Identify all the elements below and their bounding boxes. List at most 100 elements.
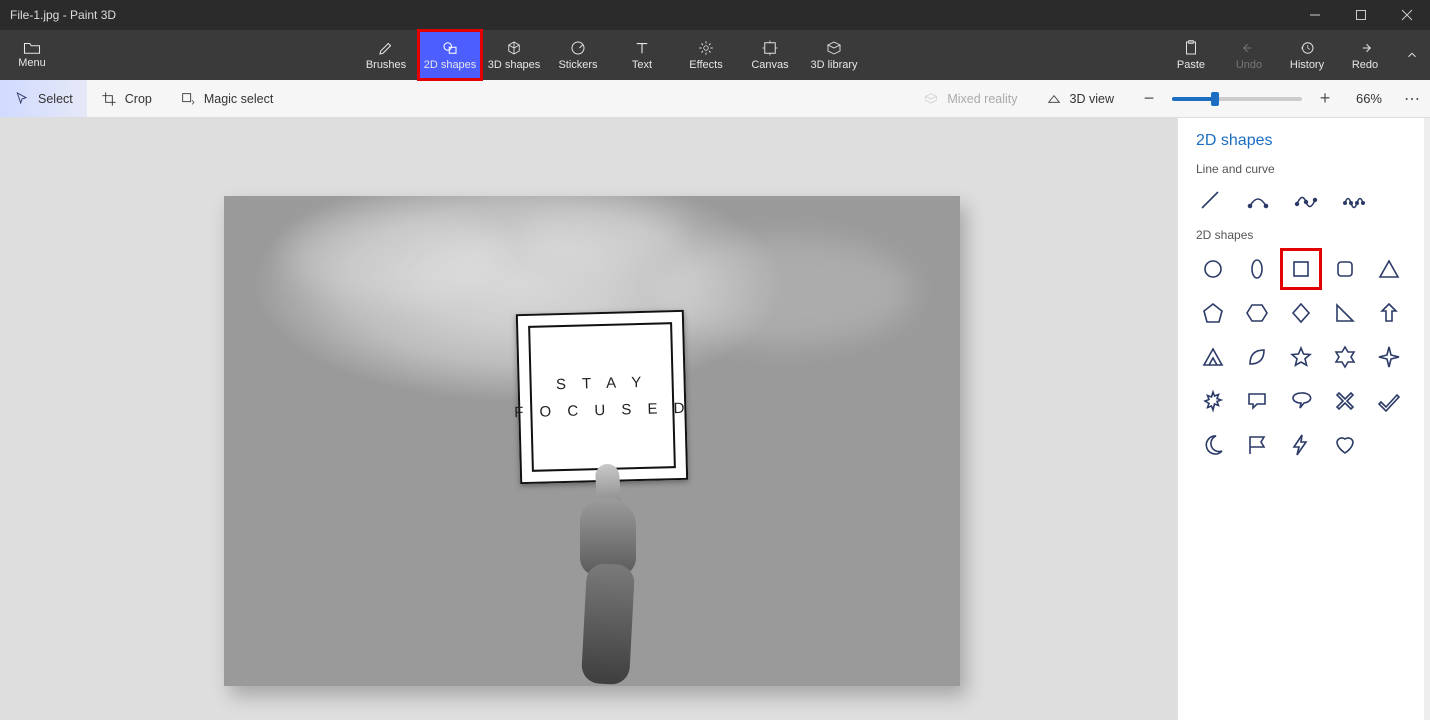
ribbon-history[interactable]: History xyxy=(1278,30,1336,80)
ribbon-redo-label: Redo xyxy=(1352,59,1378,71)
paste-icon xyxy=(1182,39,1200,57)
curve-3pt-icon[interactable] xyxy=(1292,186,1320,214)
image-card-text: S T A Y F O C U S E D xyxy=(513,368,691,427)
pentagon-icon[interactable] xyxy=(1196,296,1230,330)
undo-icon xyxy=(1240,39,1258,57)
tool-mixed-reality-label: Mixed reality xyxy=(947,92,1017,106)
cursor-icon xyxy=(14,91,30,107)
image-cloud xyxy=(524,204,684,264)
zoom-slider-fill xyxy=(1172,97,1215,101)
line-tools-row xyxy=(1196,186,1408,214)
canvas-image[interactable]: S T A Y F O C U S E D xyxy=(224,196,960,686)
side-panel: 2D shapes Line and curve 2D shapes xyxy=(1177,118,1424,720)
ribbon-text[interactable]: Text xyxy=(610,30,674,80)
workspace: S T A Y F O C U S E D 2D shapes Line and… xyxy=(0,118,1430,720)
section-2d-shapes: 2D shapes xyxy=(1196,228,1408,242)
minimize-button[interactable] xyxy=(1292,0,1338,30)
ribbon-center: Brushes 2D shapes 3D shapes Stickers Tex… xyxy=(354,30,866,80)
ribbon-brushes[interactable]: Brushes xyxy=(354,30,418,80)
ribbon-collapse[interactable] xyxy=(1394,30,1430,80)
tool-mixed-reality: Mixed reality xyxy=(909,80,1031,117)
shapes3d-icon xyxy=(505,39,523,57)
ribbon-redo[interactable]: Redo xyxy=(1336,30,1394,80)
check-icon[interactable] xyxy=(1372,384,1406,418)
ribbon-3d-shapes-label: 3D shapes xyxy=(488,59,541,71)
curve-multi-icon[interactable] xyxy=(1340,186,1368,214)
heart-icon[interactable] xyxy=(1328,428,1362,462)
library3d-icon xyxy=(825,39,843,57)
zoom-controls: − + 66% xyxy=(1128,88,1394,109)
triangle-icon[interactable] xyxy=(1372,252,1406,286)
ribbon-3d-library-label: 3D library xyxy=(810,59,857,71)
lightning-icon[interactable] xyxy=(1284,428,1318,462)
toolbar: Select Crop Magic select Mixed reality 3… xyxy=(0,80,1430,118)
zoom-in-button[interactable]: + xyxy=(1316,88,1334,109)
square-icon[interactable] xyxy=(1284,252,1318,286)
burst-icon[interactable] xyxy=(1196,384,1230,418)
ribbon-right: Paste Undo History Redo xyxy=(1162,30,1430,80)
curve-2pt-icon[interactable] xyxy=(1244,186,1272,214)
tool-select-label: Select xyxy=(38,92,73,106)
ribbon-paste[interactable]: Paste xyxy=(1162,30,1220,80)
menu-label: Menu xyxy=(18,57,46,69)
section-line-and-curve: Line and curve xyxy=(1196,162,1408,176)
zoom-percent: 66% xyxy=(1348,91,1382,106)
zoom-slider-thumb[interactable] xyxy=(1211,92,1219,106)
canvas-icon xyxy=(761,39,779,57)
stickers-icon xyxy=(569,39,587,57)
image-card-inner: S T A Y F O C U S E D xyxy=(528,322,676,472)
tool-3d-view[interactable]: 3D view xyxy=(1032,80,1128,117)
diamond-icon[interactable] xyxy=(1284,296,1318,330)
star4-icon[interactable] xyxy=(1372,340,1406,374)
arrow-up-icon[interactable] xyxy=(1372,296,1406,330)
redo-icon xyxy=(1356,39,1374,57)
rounded-square-icon[interactable] xyxy=(1328,252,1362,286)
oval-icon[interactable] xyxy=(1240,252,1274,286)
shapes2d-icon xyxy=(441,39,459,57)
ribbon-stickers[interactable]: Stickers xyxy=(546,30,610,80)
cross-icon[interactable] xyxy=(1328,384,1362,418)
delta-icon[interactable] xyxy=(1196,340,1230,374)
shape-grid xyxy=(1196,252,1408,462)
window-title: File-1.jpg - Paint 3D xyxy=(0,8,116,22)
moon-icon[interactable] xyxy=(1196,428,1230,462)
callout-round-icon[interactable] xyxy=(1284,384,1318,418)
tool-magic-select[interactable]: Magic select xyxy=(166,80,287,117)
ribbon-canvas[interactable]: Canvas xyxy=(738,30,802,80)
circle-icon[interactable] xyxy=(1196,252,1230,286)
ribbon-2d-shapes-label: 2D shapes xyxy=(424,59,477,71)
close-button[interactable] xyxy=(1384,0,1430,30)
tool-magic-select-label: Magic select xyxy=(204,92,273,106)
star5-icon[interactable] xyxy=(1284,340,1318,374)
side-scrollbar[interactable] xyxy=(1424,118,1430,720)
ribbon-history-label: History xyxy=(1290,59,1324,71)
callout-rect-icon[interactable] xyxy=(1240,384,1274,418)
canvas-area[interactable]: S T A Y F O C U S E D xyxy=(0,118,1177,720)
image-hand-forearm xyxy=(581,563,635,685)
image-hand xyxy=(574,464,644,674)
zoom-slider[interactable] xyxy=(1172,97,1302,101)
flag-icon[interactable] xyxy=(1240,428,1274,462)
titlebar: File-1.jpg - Paint 3D xyxy=(0,0,1430,30)
ribbon-3d-shapes[interactable]: 3D shapes xyxy=(482,30,546,80)
right-triangle-icon[interactable] xyxy=(1328,296,1362,330)
zoom-out-button[interactable]: − xyxy=(1140,88,1158,109)
ribbon-3d-library[interactable]: 3D library xyxy=(802,30,866,80)
line-icon[interactable] xyxy=(1196,186,1224,214)
leaf-icon[interactable] xyxy=(1240,340,1274,374)
ribbon-canvas-label: Canvas xyxy=(751,59,788,71)
ribbon-effects-label: Effects xyxy=(689,59,722,71)
mixed-reality-icon xyxy=(923,91,939,107)
side-panel-title: 2D shapes xyxy=(1196,132,1408,150)
star6-icon[interactable] xyxy=(1328,340,1362,374)
maximize-button[interactable] xyxy=(1338,0,1384,30)
tool-select[interactable]: Select xyxy=(0,80,87,117)
ribbon-effects[interactable]: Effects xyxy=(674,30,738,80)
ribbon-undo[interactable]: Undo xyxy=(1220,30,1278,80)
ribbon-paste-label: Paste xyxy=(1177,59,1205,71)
ribbon-2d-shapes[interactable]: 2D shapes xyxy=(418,30,482,80)
tool-crop[interactable]: Crop xyxy=(87,80,166,117)
menu-button[interactable]: Menu xyxy=(0,30,64,80)
toolbar-more[interactable]: ⋯ xyxy=(1394,89,1430,109)
hexagon-icon[interactable] xyxy=(1240,296,1274,330)
